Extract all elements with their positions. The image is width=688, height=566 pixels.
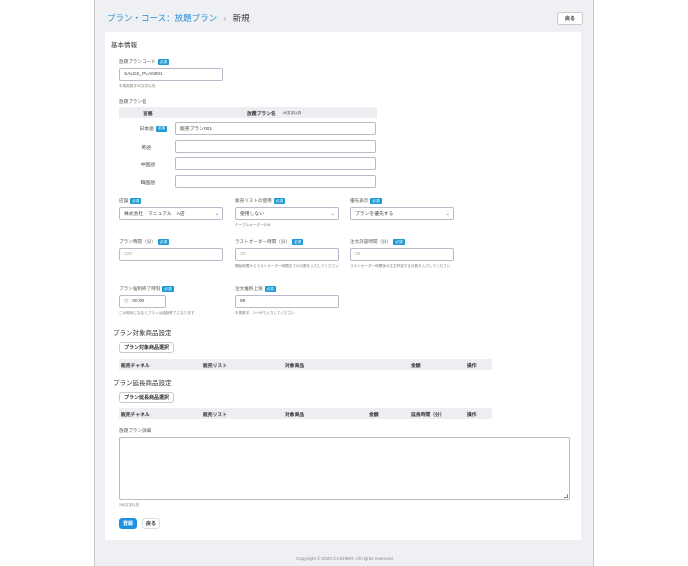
forced-end-time-input[interactable]: ◷ 00:00 [119, 295, 166, 308]
order-allowed-help: ラストオーダー時間後の注文許容する分数を入力してください [350, 264, 451, 268]
order-allowed-label-text: 注文許容時間（分） [350, 239, 392, 245]
back-button[interactable]: 戻る [142, 518, 160, 529]
plan-time-label-text: プラン時間（分） [119, 239, 156, 245]
col-ext-duration: 延長時間（分） [411, 413, 445, 418]
chevron-right-icon: › [223, 13, 227, 23]
required-badge: 必須 [273, 198, 285, 204]
plan-code-input[interactable]: SALES_PLAN001 [119, 68, 223, 81]
required-badge: 必須 [155, 125, 167, 132]
lang-label-ja-text: 日本語 [139, 127, 154, 132]
plan-time-input[interactable]: 120 [119, 248, 223, 261]
chevron-down-icon: ⌄ [445, 211, 450, 217]
plan-name-en-input[interactable] [175, 140, 376, 153]
store-label-text: 店舗 [119, 198, 129, 204]
priority-select-value: プランを優先する [355, 212, 394, 217]
col-target-actions: 操作 [467, 364, 477, 369]
col-target-list: 販売リスト [203, 364, 227, 369]
required-badge: 必須 [157, 59, 169, 65]
lang-label-en: 英語 [141, 146, 151, 151]
footer-copyright: Copyright © 2020 CASHIER. All rights res… [296, 556, 394, 561]
plan-name-ko-input[interactable] [175, 175, 376, 188]
clock-icon: ◷ [124, 299, 129, 304]
required-badge: 必須 [264, 286, 276, 292]
plan-code-label-text: 放題プランコード [119, 59, 156, 65]
plan-name-label: 放題プラン名 [119, 99, 147, 104]
sales-list-label: 販売リストの使用 必須 [235, 198, 285, 204]
last-order-label: ラストオーダー時間（分） 必須 [235, 239, 304, 245]
forced-end-help: この時刻になるとプランは強制終了になります [119, 311, 195, 315]
plan-code-label: 放題プランコード 必須 [119, 59, 169, 65]
priority-label: 優先表示 必須 [350, 198, 382, 204]
required-badge: 必須 [393, 239, 405, 245]
chevron-down-icon: ⌄ [330, 211, 335, 217]
section-title-basic: 基本情報 [111, 42, 137, 49]
required-badge: 必須 [162, 286, 174, 292]
order-limit-label-text: 注文推移上限 [235, 286, 263, 292]
store-select-value: 株式会社 マニュアル A店 [124, 212, 185, 217]
plan-code-help: 半角英数字50文字以内 [119, 84, 156, 88]
lang-label-ko: 韓国語 [140, 181, 155, 186]
store-label: 店舗 必須 [119, 198, 142, 204]
col-ext-actions: 操作 [467, 413, 477, 418]
page-title: 新規 [232, 13, 250, 23]
sales-list-select[interactable]: 使用しない ⌄ [235, 207, 339, 220]
plan-time-label: プラン時間（分） 必須 [119, 239, 169, 245]
col-target-price: 金額 [411, 364, 421, 369]
store-select[interactable]: 株式会社 マニュアル A店 ⌄ [119, 207, 223, 220]
lang-label-zh: 中国語 [140, 163, 155, 168]
required-badge: 必須 [292, 239, 304, 245]
last-order-label-text: ラストオーダー時間（分） [235, 239, 291, 245]
form-card: 基本情報 放題プランコード 必須 SALES_PLAN001 半角英数字50文字以… [105, 32, 581, 540]
col-ext-list: 販売リスト [203, 413, 227, 418]
sales-list-label-text: 販売リストの使用 [235, 198, 272, 204]
forced-end-label: プラン強制終了時刻 必須 [119, 286, 174, 292]
resize-handle-icon[interactable] [564, 494, 568, 498]
col-target-product: 対象商品 [285, 364, 305, 369]
order-limit-help: 半角数字、1〜99で入力してください [235, 311, 295, 315]
col-plan-name-note: 40文字以内 [283, 111, 302, 115]
forced-end-label-text: プラン強制終了時刻 [119, 286, 161, 292]
plan-name-table-header: 言語 放題プラン名 40文字以内 [119, 107, 377, 118]
order-limit-label: 注文推移上限 必須 [235, 286, 276, 292]
select-extension-products-button[interactable]: プラン延長商品選択 [119, 392, 174, 403]
breadcrumb: プラン・コース：放題プラン › 新規 [107, 12, 250, 24]
order-allowed-label: 注文許容時間（分） 必須 [350, 239, 405, 245]
col-target-channel: 販売チャネル [121, 364, 150, 369]
order-limit-input[interactable]: 99 [235, 295, 339, 308]
section-title-target-products: プラン対象商品設定 [113, 330, 172, 337]
forced-end-time-value: 00:00 [132, 299, 145, 304]
priority-select[interactable]: プランを優先する ⌄ [350, 207, 454, 220]
detail-textarea[interactable] [119, 437, 570, 500]
last-order-input[interactable]: 30 [235, 248, 339, 261]
col-language: 言語 [143, 112, 153, 117]
section-title-extension-products: プラン延長商品設定 [113, 380, 172, 387]
extension-products-table-header: 販売チャネル 販売リスト 対象商品 金額 延長時間（分） 操作 [119, 408, 492, 419]
header-back-button[interactable]: 戻る [557, 12, 583, 25]
col-plan-name: 放題プラン名 [247, 112, 276, 117]
priority-label-text: 優先表示 [350, 198, 369, 204]
last-order-help: 開始時間からラストオーダー時間までの分数を入力してください [235, 264, 339, 268]
detail-label: 放題プラン詳細 [119, 428, 152, 433]
app-frame: プラン・コース：放題プラン › 新規 戻る 基本情報 放題プランコード 必須 SA… [94, 0, 594, 566]
submit-button[interactable]: 登録 [119, 518, 137, 529]
sales-list-help: テーブルオーダーのみ [235, 223, 271, 227]
sales-list-select-value: 使用しない [240, 212, 264, 217]
plan-name-zh-input[interactable] [175, 157, 376, 170]
required-badge: 必須 [157, 239, 169, 245]
required-badge: 必須 [370, 198, 382, 204]
detail-help: 250文字以内 [119, 503, 140, 507]
plan-name-ja-input[interactable]: 販売プラン001 [175, 122, 376, 135]
lang-label-ja: 日本語 必須 [119, 125, 167, 132]
required-badge: 必須 [130, 198, 142, 204]
order-allowed-input[interactable]: 30 [350, 248, 454, 261]
breadcrumb-parent-link[interactable]: プラン・コース：放題プラン [107, 13, 217, 23]
col-ext-price: 金額 [369, 413, 379, 418]
col-ext-product: 対象商品 [285, 413, 305, 418]
top-bar: プラン・コース：放題プラン › 新規 戻る [95, 0, 595, 34]
select-target-products-button[interactable]: プラン対象商品選択 [119, 342, 174, 353]
target-products-table-header: 販売チャネル 販売リスト 対象商品 金額 操作 [119, 359, 492, 370]
col-ext-channel: 販売チャネル [121, 413, 150, 418]
chevron-down-icon: ⌄ [214, 211, 219, 217]
